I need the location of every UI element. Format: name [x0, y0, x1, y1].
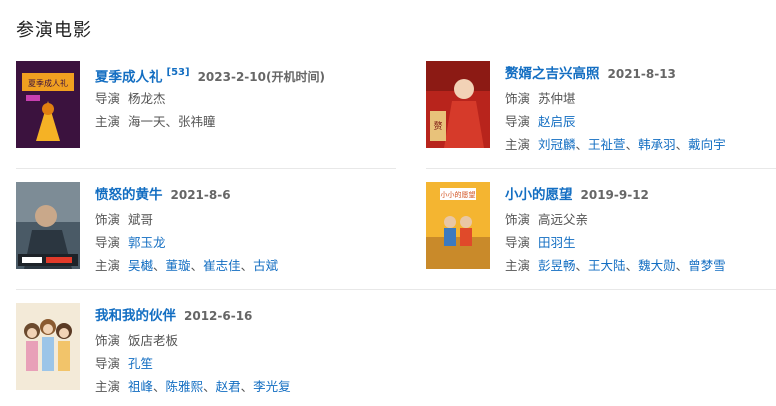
svg-text:赘: 赘	[433, 120, 442, 132]
role-label: 饰演	[505, 212, 531, 227]
movie-card: 愤怒的黄牛 2021-8-6 饰演 斌哥 导演 郭玉龙 主演 吴樾、董璇、崔志佳、古斌	[16, 182, 366, 277]
movie-title-link[interactable]: 我和我的伙伴	[95, 308, 176, 324]
movie-date: 2021-8-13	[607, 67, 676, 81]
movie-poster[interactable]	[16, 182, 80, 269]
cast-link[interactable]: 赵君	[216, 379, 241, 394]
movie-card: 夏季成人礼 夏季成人礼 [53] 2023-2-10(开机时间) 导演 杨龙杰 主演海…	[16, 61, 366, 156]
director-link[interactable]: 田羽生	[538, 235, 576, 250]
cast-label: 主演	[95, 379, 121, 394]
cast-link[interactable]: 董璇	[166, 258, 191, 273]
cast-label: 主演	[95, 258, 121, 273]
cast-link[interactable]: 陈雅熙	[166, 379, 204, 394]
svg-text:夏季成人礼: 夏季成人礼	[28, 78, 68, 88]
movie-title-link[interactable]: 赘婿之吉兴高照	[505, 66, 600, 82]
cast-link[interactable]: 王大陆	[588, 258, 626, 273]
reference-link[interactable]: [53]	[167, 67, 190, 78]
movie-date: 2012-6-16	[184, 309, 253, 323]
cast-link[interactable]: 古斌	[253, 258, 278, 273]
director-label: 导演	[505, 235, 531, 250]
cast-label: 主演	[95, 114, 121, 129]
movie-poster[interactable]: 赘	[426, 61, 490, 148]
movie-card: 我和我的伙伴 2012-6-16 饰演 饭店老板 导演 孔笙 主演 祖峰、陈雅熙、赵君、…	[16, 303, 366, 398]
cast-link[interactable]: 刘冠麟	[538, 137, 576, 152]
row-divider	[426, 168, 776, 169]
movie-date: 2021-8-6	[170, 188, 231, 202]
director-link[interactable]: 赵启辰	[538, 114, 576, 129]
role-label: 饰演	[95, 333, 121, 348]
cast-link[interactable]: 崔志佳	[203, 258, 241, 273]
cast-link[interactable]: 戴向宇	[688, 137, 726, 152]
role-name: 苏仲堪	[538, 91, 576, 106]
cast-label: 主演	[505, 137, 531, 152]
director-label: 导演	[505, 114, 531, 129]
movie-title-link[interactable]: 愤怒的黄牛	[95, 187, 163, 203]
cast-link[interactable]: 韩承羽	[638, 137, 676, 152]
cast-name: 海一天	[128, 114, 166, 129]
cast-link[interactable]: 魏大勋	[638, 258, 676, 273]
svg-text:小小的愿望: 小小的愿望	[441, 190, 476, 199]
cast-link[interactable]: 彭昱畅	[538, 258, 576, 273]
movie-title-link[interactable]: 小小的愿望	[505, 187, 573, 203]
section-title: 参演电影	[16, 20, 92, 41]
role-label: 饰演	[95, 212, 121, 227]
role-name: 斌哥	[128, 212, 154, 227]
director-label: 导演	[95, 356, 121, 371]
cast-link[interactable]: 祖峰	[128, 379, 153, 394]
row-divider	[16, 289, 776, 290]
cast-link[interactable]: 吴樾	[128, 258, 153, 273]
director-link[interactable]: 孔笙	[128, 356, 153, 371]
movie-title-link[interactable]: 夏季成人礼	[95, 69, 163, 85]
movie-date: 2019-9-12	[580, 188, 649, 202]
movie-card: 赘 赘婿之吉兴高照 2021-8-13 饰演 苏仲堪 导演 赵启辰 主演 刘冠麟、王祉萱…	[426, 61, 776, 156]
director-name: 杨龙杰	[128, 91, 166, 106]
role-label: 饰演	[505, 91, 531, 106]
movie-poster[interactable]: 小小的愿望	[426, 182, 490, 269]
cast-link[interactable]: 曾梦雪	[688, 258, 726, 273]
cast-name: 张祎瞳	[178, 114, 216, 129]
director-label: 导演	[95, 91, 121, 106]
movie-poster[interactable]: 夏季成人礼	[16, 61, 80, 148]
director-label: 导演	[95, 235, 121, 250]
cast-link[interactable]: 李光复	[253, 379, 291, 394]
row-divider	[16, 168, 396, 169]
cast-label: 主演	[505, 258, 531, 273]
movie-card: 小小的愿望 小小的愿望 2019-9-12 饰演 高远父亲 导演 田羽生 主演 彭昱畅、…	[426, 182, 776, 277]
movie-poster[interactable]	[16, 303, 80, 390]
movie-date: 2023-2-10(开机时间)	[197, 70, 325, 85]
cast-link[interactable]: 王祉萱	[588, 137, 626, 152]
role-name: 饭店老板	[128, 333, 179, 348]
director-link[interactable]: 郭玉龙	[128, 235, 166, 250]
role-name: 高远父亲	[538, 212, 589, 227]
